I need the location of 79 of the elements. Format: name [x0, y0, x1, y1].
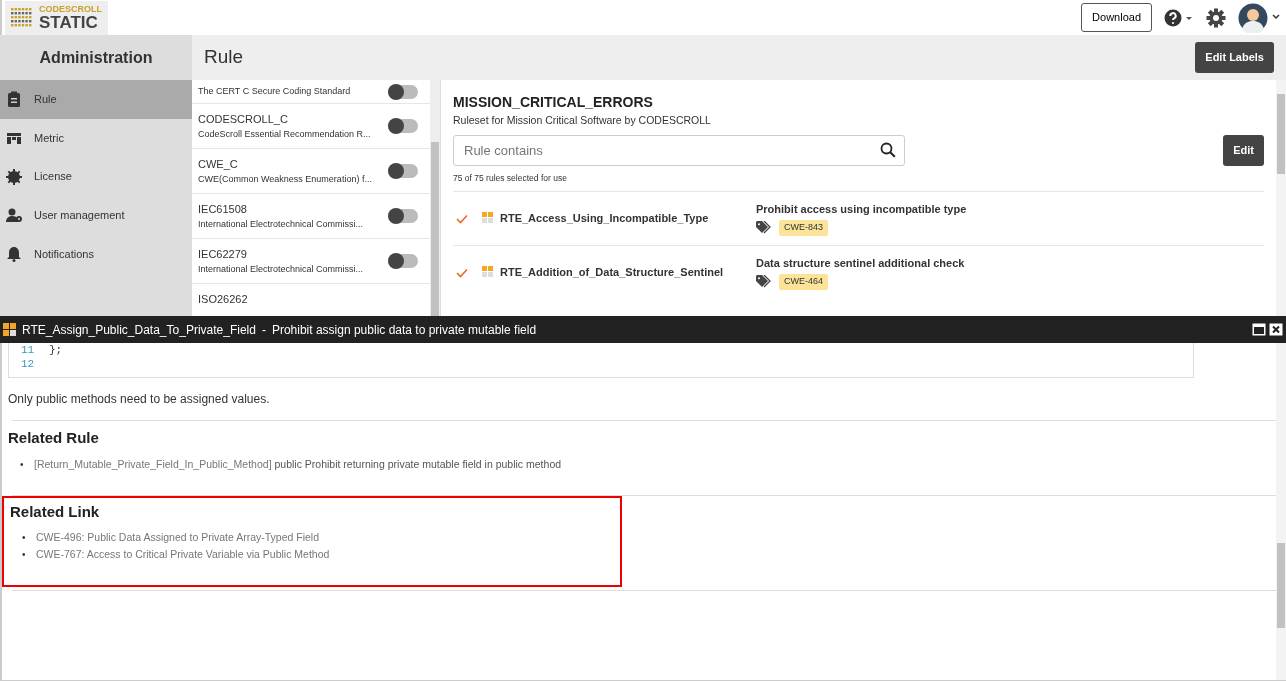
close-icon[interactable] — [1269, 323, 1283, 336]
scrollbar[interactable] — [1276, 343, 1286, 680]
scrollbar-thumb[interactable] — [1277, 94, 1285, 174]
ruleset-subtitle: Ruleset for Mission Critical Software by CODESCROLL — [453, 113, 712, 128]
ruleset-description: International Electrotechnical Commissi... — [198, 262, 365, 276]
ruleset-description: The CERT C Secure Coding Standard — [198, 84, 352, 98]
maximize-icon[interactable] — [1252, 323, 1266, 336]
toggle-switch[interactable] — [388, 254, 418, 268]
logo-text: CODESCROLL — [39, 4, 102, 14]
bullet: • — [20, 457, 25, 472]
rule-name: RTE_Assign_Public_Data_To_Private_Field — [22, 321, 256, 339]
ruleset-name: IEC61508 — [198, 202, 248, 217]
scrollbar[interactable] — [430, 80, 440, 316]
ruleset-description: CodeScroll Essential Recommendation R... — [198, 127, 372, 141]
rule-description: Prohibit access using incompatible type — [756, 201, 967, 217]
rule-count: 75 of 75 rules selected for use — [452, 171, 568, 185]
toggle-switch[interactable] — [388, 119, 418, 133]
ruleset-name: CODESCROLL_C — [198, 112, 289, 127]
related-link[interactable]: CWE-496: Public Data Assigned to Private Array-Typed Field — [36, 531, 320, 543]
download-button[interactable]: Download — [1081, 3, 1152, 32]
related-rule-text: [Return_Mutable_Private_Field_In_Public_Method] public Prohibit returning private mutable field in public method — [34, 457, 562, 470]
scrollbar-thumb[interactable] — [1277, 543, 1285, 628]
ruleset-title: MISSION_CRITICAL_ERRORS — [453, 93, 654, 112]
user-gear-icon — [6, 207, 22, 224]
rule-link[interactable]: [Return_Mutable_Private_Field_In_Public_Method] — [34, 457, 272, 470]
section-heading: Related Rule — [7, 428, 100, 448]
sidebar-item[interactable]: Metric — [0, 118, 192, 158]
rule-name: RTE_Addition_of_Data_Structure_Sentinel — [500, 264, 725, 280]
bell-icon — [6, 246, 22, 263]
rule-icon — [482, 212, 494, 224]
rule-name: RTE_Access_Using_Incompatible_Type — [500, 210, 710, 226]
sidebar-item[interactable]: Rule — [0, 80, 192, 119]
rule-icon — [482, 266, 494, 278]
scrollbar-thumb[interactable] — [431, 142, 439, 316]
scrollbar[interactable] — [1276, 80, 1286, 316]
rule-icon — [3, 323, 16, 336]
section-heading: Related Link — [9, 501, 101, 522]
avatar-icon[interactable] — [1238, 2, 1280, 33]
rule-title: Prohibit assign public data to private mutable field — [271, 321, 537, 339]
tags-icon — [756, 221, 773, 235]
toggle-switch[interactable] — [388, 84, 418, 99]
tag-label[interactable]: CWE-464 — [779, 274, 828, 290]
toggle-switch[interactable] — [388, 164, 418, 178]
separator: - — [261, 321, 266, 339]
clipboard-icon — [6, 91, 22, 108]
logo[interactable]: CODESCROLL STATIC — [5, 0, 108, 35]
description-text: Only public methods need to be assigned values. — [7, 391, 271, 408]
code-text: }; — [49, 343, 63, 357]
sidebar-item[interactable]: User management — [0, 196, 192, 235]
check-icon[interactable] — [456, 267, 468, 278]
ruleset-name: IEC62279 — [198, 247, 248, 262]
help-icon[interactable] — [1164, 8, 1194, 27]
ruleset-description: CWE(Common Weakness Enumeration) f... — [198, 172, 373, 186]
rule-description: Data structure sentinel additional check — [756, 255, 965, 271]
related-link[interactable]: CWE-767: Access to Critical Private Variable via Public Method — [36, 548, 330, 560]
bullet: • — [22, 531, 27, 545]
logo-text: STATIC — [39, 13, 99, 31]
page-title: Rule — [204, 45, 244, 70]
settings-icon[interactable] — [1206, 7, 1226, 28]
logo-icon — [11, 7, 33, 28]
line-number: 11 — [21, 343, 36, 357]
sidebar-title: Administration — [0, 35, 192, 80]
check-icon[interactable] — [456, 213, 468, 224]
sidebar-item[interactable]: License — [0, 157, 192, 197]
tag-label[interactable]: CWE-843 — [779, 220, 828, 236]
ruleset-name: ISO26262 — [198, 291, 249, 307]
grid-icon — [6, 130, 22, 147]
edit-labels-button[interactable]: Edit Labels — [1195, 42, 1274, 73]
bullet: • — [22, 548, 27, 562]
search-icon[interactable] — [880, 141, 896, 158]
sidebar-item[interactable]: Notifications — [0, 234, 192, 274]
toggle-switch[interactable] — [388, 209, 418, 223]
badge-icon — [6, 168, 22, 185]
line-number: 12 — [21, 357, 36, 371]
search-field[interactable]: Rule contains — [453, 134, 905, 166]
tags-icon — [756, 275, 773, 289]
ruleset-name: CWE_C — [198, 157, 239, 172]
edit-button[interactable]: Edit — [1223, 135, 1264, 166]
ruleset-description: International Electrotechnical Commissi... — [198, 217, 365, 231]
